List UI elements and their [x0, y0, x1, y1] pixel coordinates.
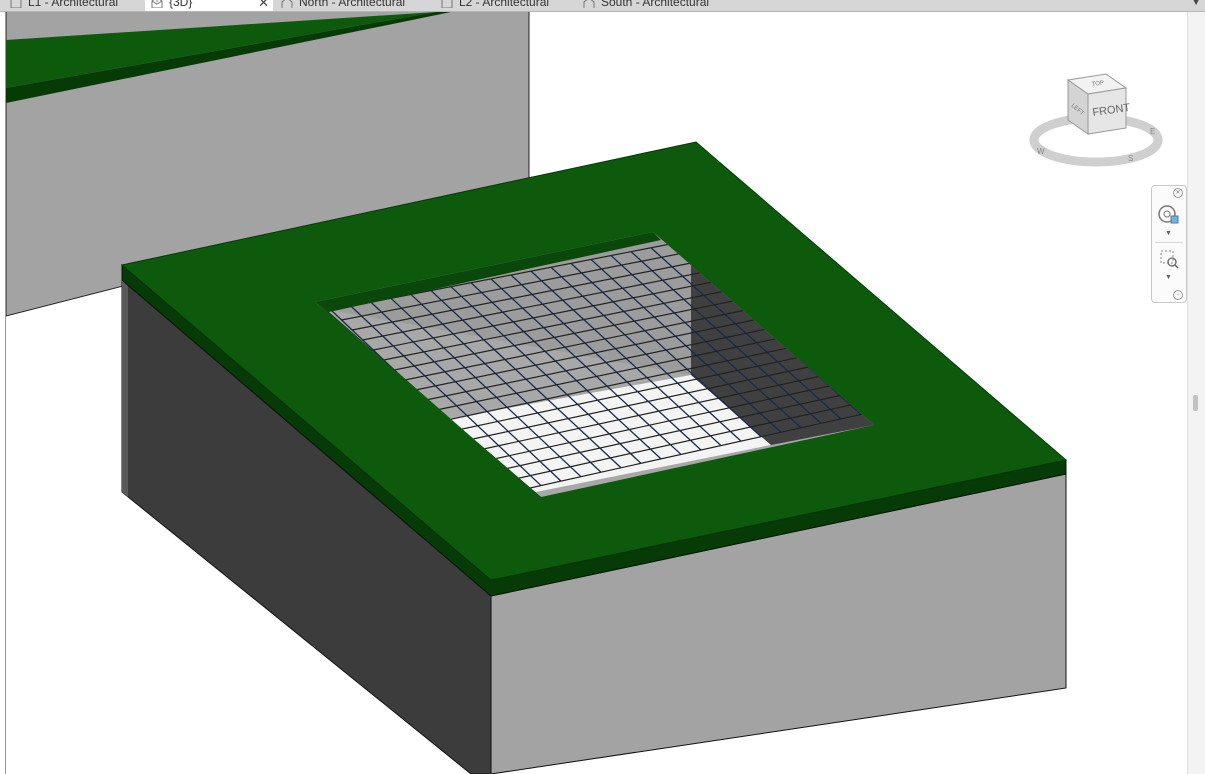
3d-model-canvas[interactable] [6, 12, 1188, 774]
floor-plan-icon [10, 0, 22, 8]
close-tab-icon[interactable]: ✕ [258, 0, 269, 9]
tab-label: {3D} [169, 0, 193, 9]
tab-label: South - Architectural [601, 0, 710, 9]
zoom-region-icon[interactable] [1158, 248, 1180, 270]
3d-viewport[interactable]: TOP FRONT LEFT E S W [5, 12, 1188, 774]
compass-west-label: W [1037, 147, 1045, 156]
3d-view-icon [151, 0, 163, 8]
tab-3d[interactable]: {3D} ✕ [145, 0, 273, 11]
navbar-separator [1155, 242, 1183, 243]
tab-label: L1 - Architectural [28, 0, 119, 9]
elevation-icon [281, 0, 293, 8]
view-tab-bar: L1 - Architectural {3D} ✕ North - Archit… [0, 0, 1205, 12]
vertical-scrollbar[interactable] [1187, 12, 1205, 774]
close-navbar-icon[interactable]: ✕ [1173, 188, 1183, 198]
steering-wheel-dropdown-icon[interactable]: ▼ [1165, 230, 1172, 237]
tab-north-architectural[interactable]: North - Architectural [273, 0, 433, 11]
compass-south-label: S [1128, 154, 1133, 163]
scrollbar-thumb[interactable] [1193, 395, 1198, 411]
compass-east-label: E [1150, 127, 1155, 136]
tab-south-architectural[interactable]: South - Architectural [575, 0, 735, 11]
steering-wheel-icon[interactable] [1158, 203, 1180, 225]
front-left-wall-edge [122, 280, 128, 497]
zoom-dropdown-icon[interactable]: ▼ [1165, 274, 1172, 281]
tab-l2-architectural[interactable]: L2 - Architectural [433, 0, 575, 11]
navigation-bar: ✕ ▼ ▼ − [1151, 185, 1187, 303]
tab-l1-architectural[interactable]: L1 - Architectural [0, 0, 145, 11]
tab-list-dropdown-icon[interactable]: ▼ [1191, 0, 1201, 8]
floor-plan-icon [441, 0, 453, 8]
viewcube[interactable]: TOP FRONT LEFT E S W [1026, 70, 1166, 170]
tab-label: L2 - Architectural [459, 0, 550, 9]
tab-label: North - Architectural [299, 0, 406, 9]
elevation-icon [583, 0, 595, 8]
navbar-options-icon[interactable]: − [1173, 290, 1183, 300]
